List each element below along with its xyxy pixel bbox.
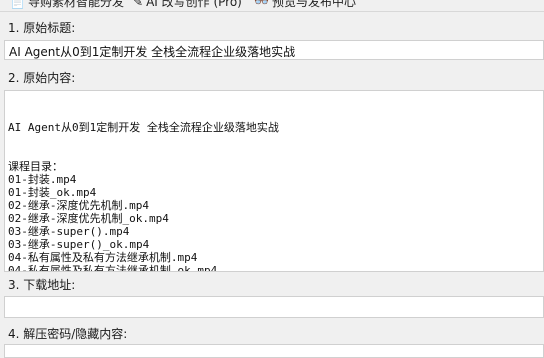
content-line: 03-继承-super().mp4 (8, 225, 130, 238)
content-label: 2. 原始内容: (8, 71, 76, 85)
tab-label: 导购素材智能分发 (27, 0, 124, 9)
document-icon: 📄 (10, 0, 25, 9)
pen-icon: ✎ (133, 0, 144, 9)
content-line: 课程目录： (8, 160, 63, 173)
content-line: 01-封装.mp4 (8, 173, 77, 186)
content-line: 02-继承-深度优先机制_ok.mp4 (8, 212, 169, 225)
content-line: AI Agent从0到1定制开发 全栈全流程企业级落地实战 (8, 121, 279, 134)
tab-material-distribution[interactable]: 📄 导购素材智能分发 (10, 0, 124, 11)
password-input[interactable] (4, 344, 544, 358)
password-label: 4. 解压密码/隐藏内容: (8, 327, 128, 341)
content-line: 01-封装_ok.mp4 (8, 186, 97, 199)
content-line (8, 134, 543, 147)
download-input[interactable] (4, 296, 544, 318)
tab-preview-publish[interactable]: 👓 预览与发布中心 (254, 0, 356, 11)
content-line: 02-继承-深度优先机制.mp4 (8, 199, 149, 212)
content-line: 03-继承-super()_ok.mp4 (8, 238, 150, 251)
download-label: 3. 下载地址: (8, 278, 76, 292)
tab-bar: 📄 导购素材智能分发 ✎ AI 改写创作 (Pro) 👓 预览与发布中心 (0, 0, 544, 12)
title-label: 1. 原始标题: (8, 21, 76, 35)
tab-label: AI 改写创作 (Pro) (146, 0, 242, 9)
tab-ai-rewrite[interactable]: ✎ AI 改写创作 (Pro) (133, 0, 242, 11)
title-field-container (4, 40, 544, 61)
tab-label: 预览与发布中心 (271, 0, 356, 9)
content-line (8, 147, 543, 160)
content-line: 04-私有属性及私有方法继承机制.mp4 (8, 251, 198, 264)
content-line: 04-私有属性及私有方法继承机制_ok.mp4 (8, 264, 218, 272)
content-textarea[interactable]: AI Agent从0到1定制开发 全栈全流程企业级落地实战 课程目录： 01-封装.… (4, 90, 544, 272)
title-input[interactable] (5, 42, 543, 61)
preview-icon: 👓 (254, 0, 269, 9)
content-text: AI Agent从0到1定制开发 全栈全流程企业级落地实战 课程目录： 01-封装.… (5, 91, 543, 272)
